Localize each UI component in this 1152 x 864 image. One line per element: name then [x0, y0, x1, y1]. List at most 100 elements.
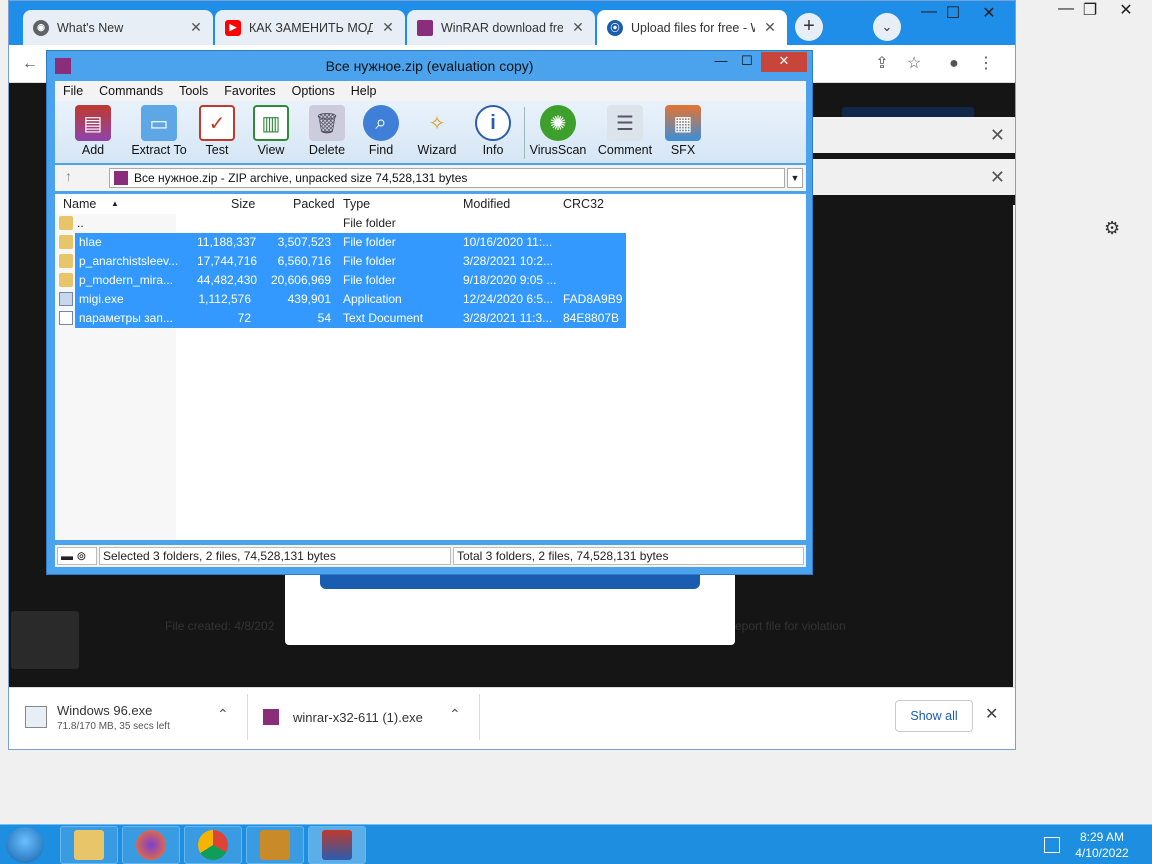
- add-button[interactable]: ▤ Add: [63, 105, 123, 157]
- taskbar-firefox[interactable]: [122, 826, 180, 864]
- chrome-maximize-button[interactable]: ☐: [941, 3, 965, 23]
- comment-button[interactable]: ☰ Comment: [593, 105, 657, 157]
- network-icon[interactable]: [1044, 837, 1060, 853]
- new-tab-button[interactable]: +: [795, 13, 823, 41]
- download-item[interactable]: Windows 96.exe 71.8/170 MB, 35 secs left…: [25, 688, 245, 746]
- view-icon: ▥: [253, 105, 289, 141]
- column-name[interactable]: Name: [63, 197, 96, 211]
- divider: [247, 694, 248, 740]
- maximize-button[interactable]: ☐: [735, 52, 759, 72]
- report-link[interactable]: eport file for violation: [735, 619, 846, 633]
- folder-icon: [59, 216, 73, 230]
- tab-whats-new[interactable]: ◉ What's New ✕: [23, 10, 213, 45]
- file-list: Name ▲ Size Packed Type Modified CRC32 .…: [55, 194, 806, 540]
- outer-restore-button[interactable]: ❐: [1078, 0, 1102, 20]
- list-item[interactable]: p_anarchistsleev... 17,744,716 6,560,716…: [55, 252, 806, 271]
- chevron-down-icon[interactable]: ▼: [787, 168, 803, 188]
- start-button[interactable]: [6, 827, 44, 863]
- show-all-button[interactable]: Show all: [895, 700, 973, 732]
- menu-favorites[interactable]: Favorites: [216, 84, 283, 98]
- tab-close-icon[interactable]: ✕: [571, 19, 585, 36]
- item-name: ..: [77, 216, 84, 230]
- list-item[interactable]: параметры зап... 72 54 Text Document 3/2…: [55, 309, 806, 328]
- menu-commands[interactable]: Commands: [91, 84, 171, 98]
- tab-upload-files[interactable]: ⦿ Upload files for free - W ✕: [597, 10, 787, 45]
- profile-icon[interactable]: ●: [943, 53, 965, 75]
- tab-search-button[interactable]: ⌄: [873, 13, 901, 41]
- gear-icon[interactable]: ⚙: [1104, 218, 1120, 239]
- menu-help[interactable]: Help: [343, 84, 385, 98]
- info-button[interactable]: i Info: [463, 105, 523, 157]
- close-button[interactable]: ✕: [761, 52, 807, 72]
- list-item[interactable]: .. File folder: [55, 214, 806, 233]
- view-button[interactable]: ▥ View: [241, 105, 301, 157]
- list-item[interactable]: migi.exe 1,112,576 439,901 Application 1…: [55, 290, 806, 309]
- share-icon[interactable]: ⇪: [871, 53, 893, 75]
- wizard-button[interactable]: ✧ Wizard: [407, 105, 467, 158]
- taskbar-counter-strike[interactable]: [246, 826, 304, 864]
- find-button[interactable]: ⌕ Find: [351, 105, 411, 157]
- status-bar: ▬ ⊚ Selected 3 folders, 2 files, 74,528,…: [55, 545, 806, 567]
- test-button[interactable]: ✓ Test: [187, 105, 247, 157]
- sfx-button[interactable]: ▦ SFX: [653, 105, 713, 157]
- chrome-close-button[interactable]: ✕: [977, 3, 1001, 23]
- taskbar-explorer[interactable]: [60, 826, 118, 864]
- path-field[interactable]: Все нужное.zip - ZIP archive, unpacked s…: [109, 168, 785, 188]
- extract-to-button[interactable]: ▭ Extract To: [121, 105, 197, 157]
- delete-icon: 🗑: [309, 105, 345, 141]
- up-arrow-icon[interactable]: ↑: [65, 168, 72, 184]
- download-item[interactable]: winrar-x32-611 (1).exe ⌃: [263, 688, 473, 746]
- clock[interactable]: 8:29 AM 4/10/2022: [1070, 829, 1134, 861]
- close-icon[interactable]: ✕: [990, 125, 1005, 146]
- column-modified[interactable]: Modified: [463, 197, 510, 211]
- column-size[interactable]: Size: [231, 197, 255, 211]
- column-crc32[interactable]: CRC32: [563, 197, 604, 211]
- item-name: migi.exe: [79, 292, 124, 306]
- list-item[interactable]: hlae 11,188,337 3,507,523 File folder 10…: [55, 233, 806, 252]
- close-icon[interactable]: ✕: [990, 167, 1005, 188]
- minimize-button[interactable]: —: [709, 52, 733, 72]
- close-icon[interactable]: ✕: [985, 704, 998, 724]
- item-packed: 54: [317, 311, 331, 325]
- taskbar-chrome[interactable]: [184, 826, 242, 864]
- item-size: 72: [237, 311, 251, 325]
- item-name: параметры зап...: [79, 311, 173, 325]
- item-packed: 439,901: [287, 292, 331, 306]
- virusscan-button[interactable]: ✺ VirusScan: [525, 105, 591, 157]
- chrome-icon: ◉: [33, 19, 49, 36]
- tab-close-icon[interactable]: ✕: [381, 19, 395, 36]
- item-type: File folder: [343, 254, 396, 268]
- item-size: 11,188,337: [197, 235, 257, 249]
- menu-icon[interactable]: ⋮: [975, 53, 997, 75]
- column-packed[interactable]: Packed: [293, 197, 335, 211]
- path-text: Все нужное.zip - ZIP archive, unpacked s…: [134, 171, 468, 185]
- back-icon[interactable]: ←: [19, 53, 41, 75]
- archive-icon: [114, 171, 128, 185]
- item-packed: 6,560,716: [277, 254, 331, 268]
- chrome-minimize-button[interactable]: —: [917, 3, 941, 21]
- tab-youtube[interactable]: ▶ КАК ЗАМЕНИТЬ МОДЕЛ ✕: [215, 10, 405, 45]
- tab-close-icon[interactable]: ✕: [189, 19, 203, 36]
- chevron-up-icon[interactable]: ⌃: [449, 706, 461, 723]
- item-packed: 3,507,523: [277, 235, 331, 249]
- clock-time: 8:29 AM: [1079, 830, 1125, 844]
- list-item[interactable]: p_modern_mira... 44,482,430 20,606,969 F…: [55, 271, 806, 290]
- firefox-icon: [136, 830, 166, 860]
- bookmark-star-icon[interactable]: ☆: [903, 53, 925, 75]
- item-crc: FAD8A9B9: [563, 292, 623, 306]
- divider: [479, 694, 480, 740]
- tab-close-icon[interactable]: ✕: [763, 19, 777, 36]
- folder-icon: [74, 830, 104, 860]
- item-type: Application: [343, 292, 402, 306]
- menu-tools[interactable]: Tools: [171, 84, 216, 98]
- menu-options[interactable]: Options: [284, 84, 343, 98]
- outer-minimize-button[interactable]: —: [1054, 0, 1078, 18]
- column-type[interactable]: Type: [343, 197, 370, 211]
- outer-close-button[interactable]: ✕: [1114, 0, 1138, 20]
- menu-file[interactable]: File: [55, 84, 91, 98]
- delete-button[interactable]: 🗑 Delete: [297, 105, 357, 157]
- taskbar-winrar[interactable]: [308, 826, 366, 864]
- chevron-up-icon[interactable]: ⌃: [217, 706, 229, 723]
- tab-winrar-download[interactable]: WinRAR download free ✕: [407, 10, 595, 45]
- item-size: 44,482,430: [197, 273, 258, 287]
